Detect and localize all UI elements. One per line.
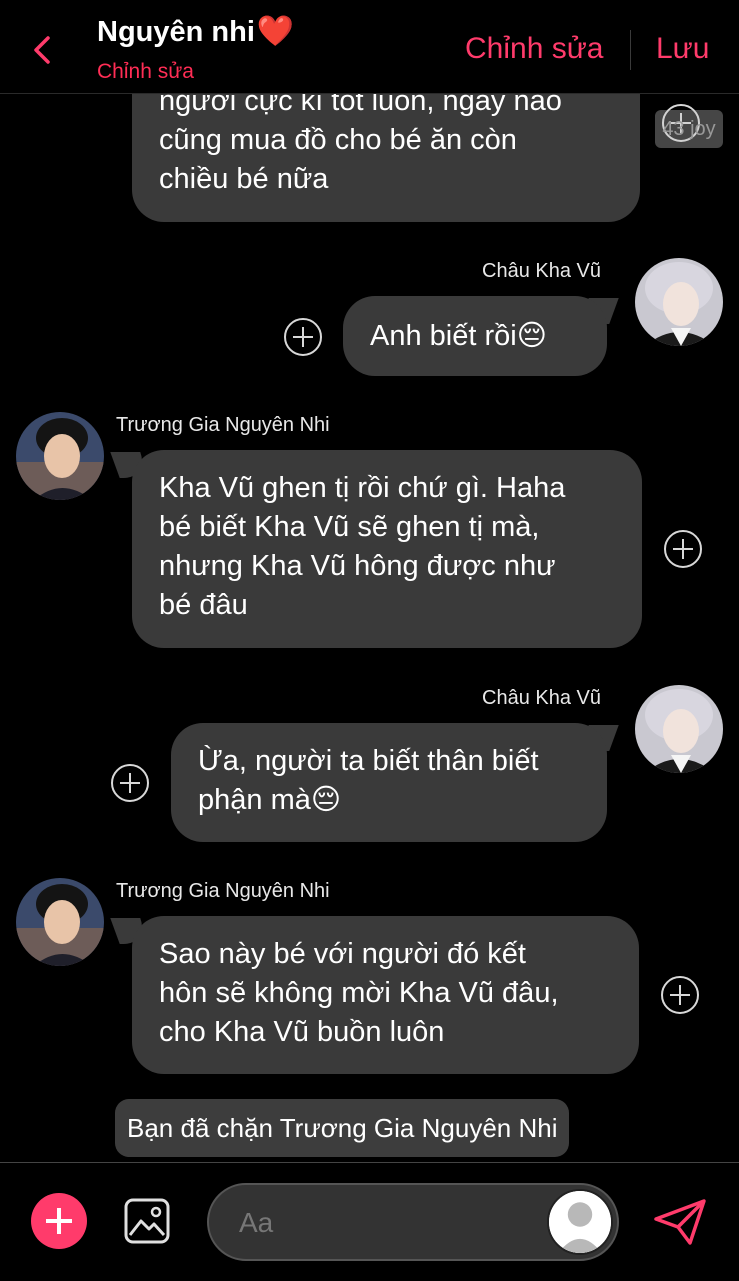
message-text: Anh biết rồi😔 bbox=[370, 320, 547, 352]
header-divider bbox=[630, 30, 631, 70]
sender-name: Châu Kha Vũ bbox=[482, 260, 601, 282]
heart-icon: ❤️ bbox=[256, 15, 295, 48]
plus-icon[interactable] bbox=[31, 1193, 87, 1249]
edit-button[interactable]: Chỉnh sửa bbox=[465, 32, 604, 66]
plus-circle-icon[interactable] bbox=[661, 976, 699, 1014]
message-text: người cực kì tốt luôn, ngày nào cũng mua… bbox=[159, 85, 562, 195]
avatar[interactable] bbox=[16, 878, 104, 966]
avatar[interactable] bbox=[635, 258, 723, 346]
message-input-wrapper bbox=[207, 1183, 619, 1261]
chat-title-text: Nguyên nhi bbox=[97, 16, 255, 48]
overlay-badge: 43 joy bbox=[655, 110, 723, 148]
save-button[interactable]: Lưu bbox=[656, 32, 709, 66]
sender-name: Trương Gia Nguyên Nhi bbox=[116, 414, 330, 436]
message-input[interactable] bbox=[237, 1202, 541, 1244]
plus-circle-icon[interactable] bbox=[284, 318, 322, 356]
plus-circle-icon[interactable] bbox=[111, 764, 149, 802]
message-bubble[interactable]: Sao này bé với người đó kết hôn sẽ không… bbox=[132, 916, 639, 1074]
composer-bar bbox=[0, 1162, 739, 1281]
chevron-left-icon[interactable] bbox=[28, 30, 58, 70]
send-icon[interactable] bbox=[652, 1197, 708, 1247]
message-bubble[interactable]: Ừa, người ta biết thân biết phận mà😔 bbox=[171, 723, 607, 842]
plus-circle-icon[interactable] bbox=[664, 530, 702, 568]
message-bubble[interactable]: Anh biết rồi😔 bbox=[343, 296, 607, 376]
avatar[interactable] bbox=[16, 412, 104, 500]
chat-subtitle: Chỉnh sửa bbox=[97, 60, 194, 83]
image-icon[interactable] bbox=[123, 1197, 171, 1245]
user-avatar-icon[interactable] bbox=[547, 1189, 613, 1255]
message-text: Ừa, người ta biết thân biết phận mà😔 bbox=[198, 745, 539, 816]
chat-title: Nguyên nhi❤️ bbox=[97, 14, 294, 49]
avatar[interactable] bbox=[635, 685, 723, 773]
message-text: Kha Vũ ghen tị rồi chứ gì. Haha bé biết … bbox=[159, 472, 566, 621]
chat-header: Nguyên nhi❤️ Chỉnh sửa Chỉnh sửa Lưu bbox=[0, 0, 739, 94]
message-text: Sao này bé với người đó kết hôn sẽ không… bbox=[159, 938, 559, 1048]
sender-name: Châu Kha Vũ bbox=[482, 687, 601, 709]
message-bubble[interactable]: Kha Vũ ghen tị rồi chứ gì. Haha bé biết … bbox=[132, 450, 642, 648]
sender-name: Trương Gia Nguyên Nhi bbox=[116, 880, 330, 902]
blocked-notice: Bạn đã chặn Trương Gia Nguyên Nhi bbox=[115, 1099, 570, 1157]
